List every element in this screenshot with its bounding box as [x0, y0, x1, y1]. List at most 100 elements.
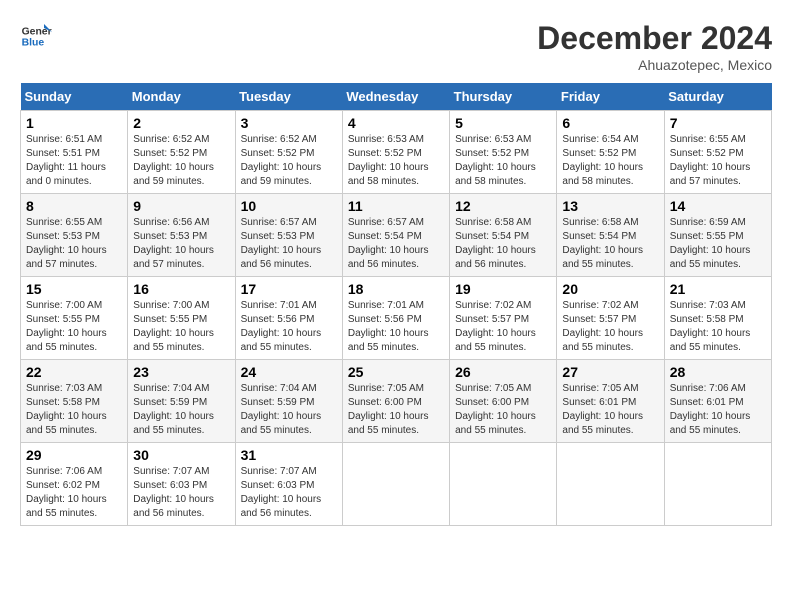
calendar-body: 1 Sunrise: 6:51 AMSunset: 5:51 PMDayligh…: [21, 111, 772, 526]
calendar-cell: 6 Sunrise: 6:54 AMSunset: 5:52 PMDayligh…: [557, 111, 664, 194]
calendar-week-3: 15 Sunrise: 7:00 AMSunset: 5:55 PMDaylig…: [21, 277, 772, 360]
col-sunday: Sunday: [21, 83, 128, 111]
day-number: 28: [670, 364, 766, 380]
calendar-cell: 11 Sunrise: 6:57 AMSunset: 5:54 PMDaylig…: [342, 194, 449, 277]
calendar-cell: 30 Sunrise: 7:07 AMSunset: 6:03 PMDaylig…: [128, 443, 235, 526]
col-wednesday: Wednesday: [342, 83, 449, 111]
day-info: Sunrise: 7:05 AMSunset: 6:01 PMDaylight:…: [562, 383, 643, 436]
calendar-cell: 9 Sunrise: 6:56 AMSunset: 5:53 PMDayligh…: [128, 194, 235, 277]
day-number: 13: [562, 198, 658, 214]
calendar-cell: 10 Sunrise: 6:57 AMSunset: 5:53 PMDaylig…: [235, 194, 342, 277]
day-info: Sunrise: 7:04 AMSunset: 5:59 PMDaylight:…: [241, 383, 322, 436]
day-number: 23: [133, 364, 229, 380]
calendar-week-2: 8 Sunrise: 6:55 AMSunset: 5:53 PMDayligh…: [21, 194, 772, 277]
day-number: 24: [241, 364, 337, 380]
day-number: 14: [670, 198, 766, 214]
day-info: Sunrise: 6:52 AMSunset: 5:52 PMDaylight:…: [133, 134, 214, 187]
calendar-cell: 4 Sunrise: 6:53 AMSunset: 5:52 PMDayligh…: [342, 111, 449, 194]
calendar-cell: 29 Sunrise: 7:06 AMSunset: 6:02 PMDaylig…: [21, 443, 128, 526]
location: Ahuazotepec, Mexico: [537, 57, 772, 73]
day-number: 27: [562, 364, 658, 380]
day-info: Sunrise: 6:56 AMSunset: 5:53 PMDaylight:…: [133, 217, 214, 270]
calendar-cell: [450, 443, 557, 526]
day-info: Sunrise: 6:54 AMSunset: 5:52 PMDaylight:…: [562, 134, 643, 187]
day-number: 31: [241, 447, 337, 463]
day-number: 10: [241, 198, 337, 214]
day-number: 2: [133, 115, 229, 131]
calendar-cell: 15 Sunrise: 7:00 AMSunset: 5:55 PMDaylig…: [21, 277, 128, 360]
calendar-cell: 5 Sunrise: 6:53 AMSunset: 5:52 PMDayligh…: [450, 111, 557, 194]
calendar-cell: [342, 443, 449, 526]
day-info: Sunrise: 7:01 AMSunset: 5:56 PMDaylight:…: [241, 300, 322, 353]
day-info: Sunrise: 6:57 AMSunset: 5:54 PMDaylight:…: [348, 217, 429, 270]
calendar-cell: 26 Sunrise: 7:05 AMSunset: 6:00 PMDaylig…: [450, 360, 557, 443]
day-number: 6: [562, 115, 658, 131]
calendar-cell: 21 Sunrise: 7:03 AMSunset: 5:58 PMDaylig…: [664, 277, 771, 360]
calendar-cell: [664, 443, 771, 526]
calendar-cell: 23 Sunrise: 7:04 AMSunset: 5:59 PMDaylig…: [128, 360, 235, 443]
calendar-cell: 18 Sunrise: 7:01 AMSunset: 5:56 PMDaylig…: [342, 277, 449, 360]
day-number: 4: [348, 115, 444, 131]
day-info: Sunrise: 6:55 AMSunset: 5:52 PMDaylight:…: [670, 134, 751, 187]
calendar-week-4: 22 Sunrise: 7:03 AMSunset: 5:58 PMDaylig…: [21, 360, 772, 443]
day-number: 22: [26, 364, 122, 380]
calendar-cell: 19 Sunrise: 7:02 AMSunset: 5:57 PMDaylig…: [450, 277, 557, 360]
title-block: December 2024 Ahuazotepec, Mexico: [537, 20, 772, 73]
day-info: Sunrise: 6:55 AMSunset: 5:53 PMDaylight:…: [26, 217, 107, 270]
day-number: 1: [26, 115, 122, 131]
calendar-cell: [557, 443, 664, 526]
calendar-cell: 16 Sunrise: 7:00 AMSunset: 5:55 PMDaylig…: [128, 277, 235, 360]
day-info: Sunrise: 7:02 AMSunset: 5:57 PMDaylight:…: [562, 300, 643, 353]
day-info: Sunrise: 7:00 AMSunset: 5:55 PMDaylight:…: [133, 300, 214, 353]
calendar-week-1: 1 Sunrise: 6:51 AMSunset: 5:51 PMDayligh…: [21, 111, 772, 194]
day-info: Sunrise: 7:06 AMSunset: 6:02 PMDaylight:…: [26, 466, 107, 519]
day-number: 21: [670, 281, 766, 297]
day-info: Sunrise: 7:01 AMSunset: 5:56 PMDaylight:…: [348, 300, 429, 353]
page-header: General Blue December 2024 Ahuazotepec, …: [20, 20, 772, 73]
month-title: December 2024: [537, 20, 772, 57]
day-number: 5: [455, 115, 551, 131]
day-info: Sunrise: 6:58 AMSunset: 5:54 PMDaylight:…: [562, 217, 643, 270]
calendar-cell: 22 Sunrise: 7:03 AMSunset: 5:58 PMDaylig…: [21, 360, 128, 443]
calendar-cell: 12 Sunrise: 6:58 AMSunset: 5:54 PMDaylig…: [450, 194, 557, 277]
calendar-cell: 3 Sunrise: 6:52 AMSunset: 5:52 PMDayligh…: [235, 111, 342, 194]
day-info: Sunrise: 7:07 AMSunset: 6:03 PMDaylight:…: [133, 466, 214, 519]
calendar-cell: 27 Sunrise: 7:05 AMSunset: 6:01 PMDaylig…: [557, 360, 664, 443]
day-number: 15: [26, 281, 122, 297]
calendar-table: Sunday Monday Tuesday Wednesday Thursday…: [20, 83, 772, 526]
col-friday: Friday: [557, 83, 664, 111]
day-info: Sunrise: 6:59 AMSunset: 5:55 PMDaylight:…: [670, 217, 751, 270]
day-info: Sunrise: 6:53 AMSunset: 5:52 PMDaylight:…: [348, 134, 429, 187]
day-number: 30: [133, 447, 229, 463]
day-number: 11: [348, 198, 444, 214]
col-monday: Monday: [128, 83, 235, 111]
day-number: 7: [670, 115, 766, 131]
header-row: Sunday Monday Tuesday Wednesday Thursday…: [21, 83, 772, 111]
day-number: 26: [455, 364, 551, 380]
day-number: 12: [455, 198, 551, 214]
calendar-cell: 1 Sunrise: 6:51 AMSunset: 5:51 PMDayligh…: [21, 111, 128, 194]
day-info: Sunrise: 6:58 AMSunset: 5:54 PMDaylight:…: [455, 217, 536, 270]
day-number: 19: [455, 281, 551, 297]
day-info: Sunrise: 7:05 AMSunset: 6:00 PMDaylight:…: [455, 383, 536, 436]
day-number: 18: [348, 281, 444, 297]
col-saturday: Saturday: [664, 83, 771, 111]
calendar-cell: 7 Sunrise: 6:55 AMSunset: 5:52 PMDayligh…: [664, 111, 771, 194]
day-number: 17: [241, 281, 337, 297]
col-thursday: Thursday: [450, 83, 557, 111]
calendar-cell: 14 Sunrise: 6:59 AMSunset: 5:55 PMDaylig…: [664, 194, 771, 277]
day-info: Sunrise: 7:00 AMSunset: 5:55 PMDaylight:…: [26, 300, 107, 353]
day-info: Sunrise: 7:04 AMSunset: 5:59 PMDaylight:…: [133, 383, 214, 436]
calendar-cell: 8 Sunrise: 6:55 AMSunset: 5:53 PMDayligh…: [21, 194, 128, 277]
day-info: Sunrise: 6:51 AMSunset: 5:51 PMDaylight:…: [26, 134, 106, 187]
logo: General Blue: [20, 20, 52, 52]
day-info: Sunrise: 7:07 AMSunset: 6:03 PMDaylight:…: [241, 466, 322, 519]
calendar-week-5: 29 Sunrise: 7:06 AMSunset: 6:02 PMDaylig…: [21, 443, 772, 526]
logo-icon: General Blue: [20, 20, 52, 52]
day-info: Sunrise: 7:05 AMSunset: 6:00 PMDaylight:…: [348, 383, 429, 436]
day-info: Sunrise: 7:03 AMSunset: 5:58 PMDaylight:…: [26, 383, 107, 436]
day-number: 20: [562, 281, 658, 297]
calendar-cell: 28 Sunrise: 7:06 AMSunset: 6:01 PMDaylig…: [664, 360, 771, 443]
day-info: Sunrise: 6:53 AMSunset: 5:52 PMDaylight:…: [455, 134, 536, 187]
calendar-cell: 24 Sunrise: 7:04 AMSunset: 5:59 PMDaylig…: [235, 360, 342, 443]
